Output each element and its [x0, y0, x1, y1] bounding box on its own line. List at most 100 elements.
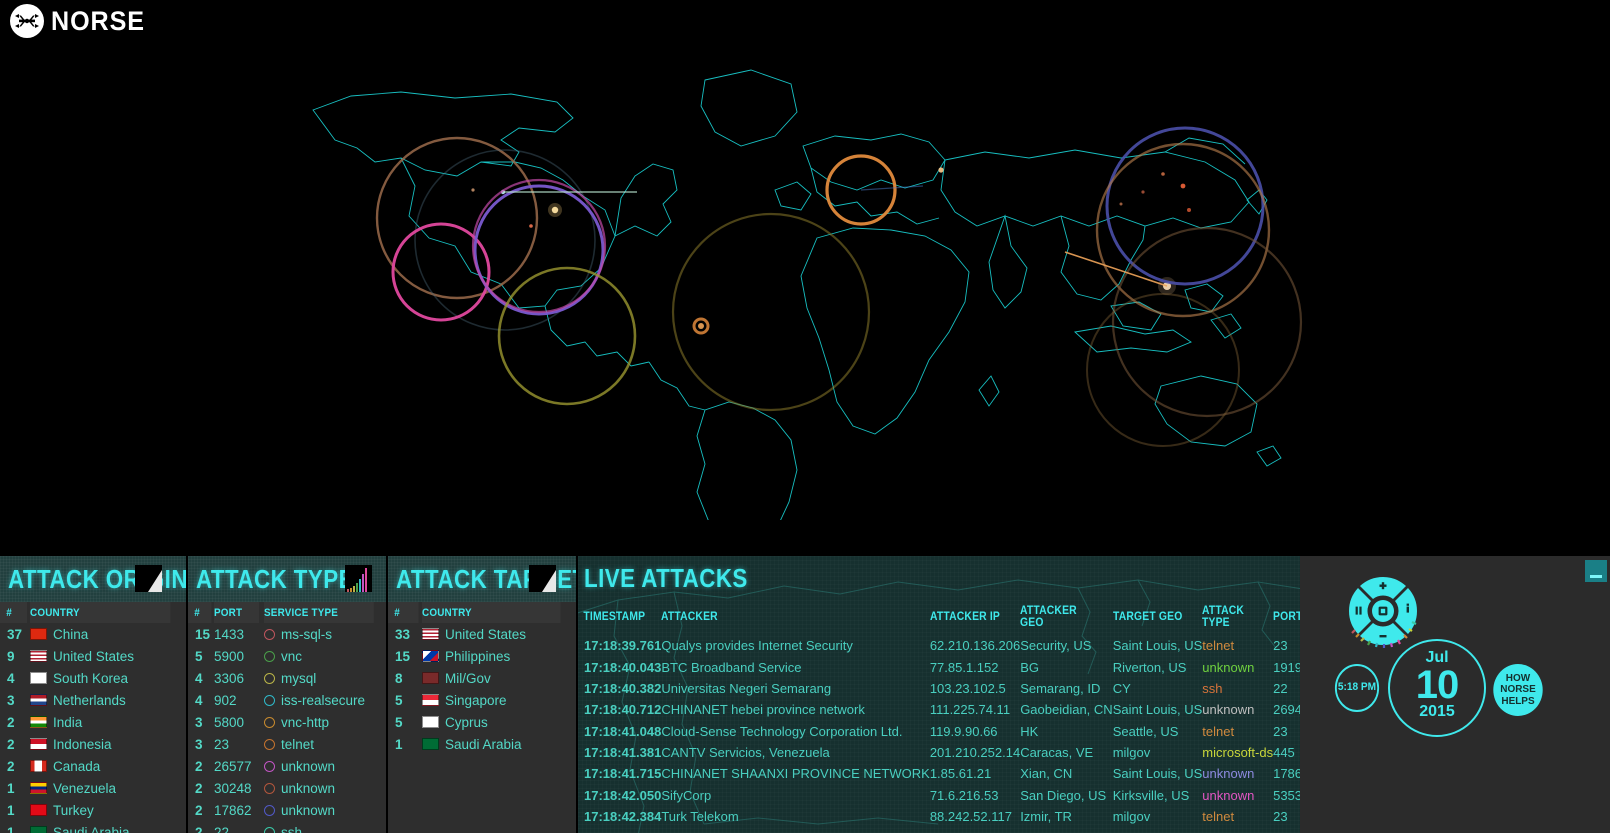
type-port: 5800: [214, 714, 245, 730]
table-row[interactable]: 3 23 telnet: [188, 733, 386, 755]
table-row[interactable]: 15 Philippines: [388, 645, 576, 667]
live-attacker-geo: BG: [1020, 659, 1039, 675]
target-count: 5: [395, 714, 403, 730]
table-row[interactable]: 17:18:42.763CHINANET FUJIAN PROVINCE NET…: [578, 827, 1300, 833]
live-attacker-ip: 1.85.61.21: [929, 766, 992, 782]
map-thumbnail-icon[interactable]: [529, 565, 556, 592]
table-row[interactable]: 17:18:40.712 CHINANET hebei province netw…: [578, 699, 1300, 720]
type-service: unknown: [264, 777, 386, 799]
how-norse-helps-button[interactable]: HOW NORSE HELPS: [1493, 664, 1543, 716]
table-row[interactable]: 15 1433 ms-sql-s: [188, 623, 386, 645]
table-row[interactable]: 1 Saudi Arabia: [0, 821, 186, 833]
table-row[interactable]: 37 China: [0, 623, 186, 645]
table-row[interactable]: 17:18:42.050 SifyCorp 71.6.216.53 San Diego…: [578, 785, 1300, 806]
table-row[interactable]: 5 5900 vnc: [188, 645, 386, 667]
table-row[interactable]: 2 India: [0, 711, 186, 733]
live-timestamp: 17:18:42.763: [578, 827, 661, 833]
table-row[interactable]: 1 Venezuela: [0, 777, 186, 799]
col-target-geo: TARGET GEO: [1112, 611, 1183, 623]
target-count: 1: [395, 736, 403, 752]
table-row[interactable]: 33 United States: [388, 623, 576, 645]
table-row[interactable]: 17:18:41.715 CHINANET SHAANXI PROVINCE NE…: [578, 763, 1300, 784]
table-row[interactable]: 2 Indonesia: [0, 733, 186, 755]
panel-types-header: ATTACK TYPES: [188, 556, 386, 602]
origin-count: 1: [7, 780, 15, 796]
world-attack-map[interactable]: [0, 0, 1610, 556]
live-attacker: SifyCorp: [661, 787, 712, 803]
live-target-geo: milgov: [1112, 745, 1151, 761]
table-row[interactable]: 17:18:39.761 Qualys provides Internet Sec…: [578, 635, 1300, 656]
table-row[interactable]: 2 Canada: [0, 755, 186, 777]
table-header-row: # COUNTRY: [388, 602, 576, 623]
origin-country: South Korea: [30, 667, 186, 689]
type-service: ssh: [264, 821, 386, 833]
origin-country: China: [30, 623, 186, 645]
clock-time: 5:18 PM: [1337, 681, 1377, 694]
type-count: 5: [195, 648, 203, 664]
table-row[interactable]: 8 Mil/Gov: [388, 667, 576, 689]
table-row[interactable]: 9 United States: [0, 645, 186, 667]
service-color-ring-icon: [264, 716, 275, 728]
help-line-3: HELPS: [1501, 694, 1535, 707]
dashboard-deck: ATTACK ORIGINS # COUNTRY 37 China 9 United …: [0, 556, 1610, 833]
panel-live-title: LIVE ATTACKS: [584, 562, 748, 593]
world-map-svg: [312, 69, 1303, 520]
type-count: 4: [195, 670, 203, 686]
origin-count: 3: [7, 692, 15, 708]
table-row[interactable]: 4 South Korea: [0, 667, 186, 689]
type-port: 5900: [214, 648, 245, 664]
flag-icon-kr: [30, 671, 47, 684]
flag-icon-sa: [422, 737, 439, 750]
live-attacker-ip: 71.6.216.53: [929, 787, 999, 803]
service-color-ring-icon: [264, 694, 275, 706]
table-row[interactable]: 17:18:41.048 Cloud-Sense Technology Corpo…: [578, 721, 1300, 742]
flag-icon-us: [422, 627, 439, 640]
origin-country: Netherlands: [30, 689, 186, 711]
map-thumbnail-icon[interactable]: [135, 565, 162, 592]
col-attacker-geo: ATTACKER GEO: [1020, 605, 1078, 629]
origin-count: 2: [7, 758, 15, 774]
table-row[interactable]: 4 3306 mysql: [188, 667, 386, 689]
table-row[interactable]: 3 5800 vnc-http: [188, 711, 386, 733]
live-attacker-ip: 62.210.136.206: [929, 638, 1021, 654]
table-row[interactable]: 17:18:40.382 Universitas Negeri Semarang 1…: [578, 678, 1300, 699]
col-attacker: ATTACKER: [661, 611, 719, 623]
live-timestamp: 17:18:41.381: [584, 745, 662, 761]
table-row[interactable]: 2 17862 unknown: [188, 799, 386, 821]
playback-control-dial-icon[interactable]: [1346, 574, 1420, 648]
table-row[interactable]: 4 902 iss-realsecure: [188, 689, 386, 711]
col-attack-type: ATTACK TYPE: [1202, 605, 1245, 629]
table-row[interactable]: 2 30248 unknown: [188, 777, 386, 799]
live-attacker-geo: Security, US: [1020, 638, 1092, 654]
table-row[interactable]: 17:18:41.381 CANTV Servicios, Venezuela 20…: [578, 742, 1300, 763]
origin-country: Saudi Arabia: [30, 821, 186, 833]
live-attacker-ip: 77.85.1.152: [929, 659, 999, 675]
table-row[interactable]: 1 Turkey: [0, 799, 186, 821]
table-row[interactable]: 5 Cyprus: [388, 711, 576, 733]
clock-widget[interactable]: 5:18 PM: [1334, 664, 1380, 712]
type-port: 26577: [214, 758, 252, 774]
target-country: Singapore: [422, 689, 576, 711]
table-row[interactable]: 5 Singapore: [388, 689, 576, 711]
flag-icon-cn: [30, 627, 47, 640]
date-widget[interactable]: Jul 10 2015: [1388, 639, 1486, 737]
origin-country: Indonesia: [30, 733, 186, 755]
minimize-icon[interactable]: [1585, 560, 1607, 582]
table-row[interactable]: 2 26577 unknown: [188, 755, 386, 777]
live-target-geo: Saint Louis, US: [1112, 766, 1203, 782]
table-row[interactable]: 17:18:40.043 BTC Broadband Service 77.85.1…: [578, 656, 1300, 677]
live-port: 19191: [1273, 659, 1300, 675]
live-attacker-geo: San Diego, US: [1020, 787, 1107, 803]
live-attack-type: microsoft-ds: [1202, 745, 1274, 761]
type-count: 15: [195, 626, 211, 642]
table-row[interactable]: 1 Saudi Arabia: [388, 733, 576, 755]
live-attacker: CANTV Servicios, Venezuela: [661, 745, 830, 761]
table-row[interactable]: 17:18:42.384 Turk Telekom 88.242.52.117 Izm…: [578, 806, 1300, 827]
bar-chart-thumbnail-icon[interactable]: [345, 565, 372, 592]
table-row[interactable]: 3 Netherlands: [0, 689, 186, 711]
service-color-ring-icon: [264, 804, 275, 816]
type-port: 902: [214, 692, 237, 708]
date-year: 2015: [1419, 703, 1455, 720]
table-row[interactable]: 2 22 ssh: [188, 821, 386, 833]
live-attacker: Qualys provides Internet Security: [661, 638, 853, 654]
